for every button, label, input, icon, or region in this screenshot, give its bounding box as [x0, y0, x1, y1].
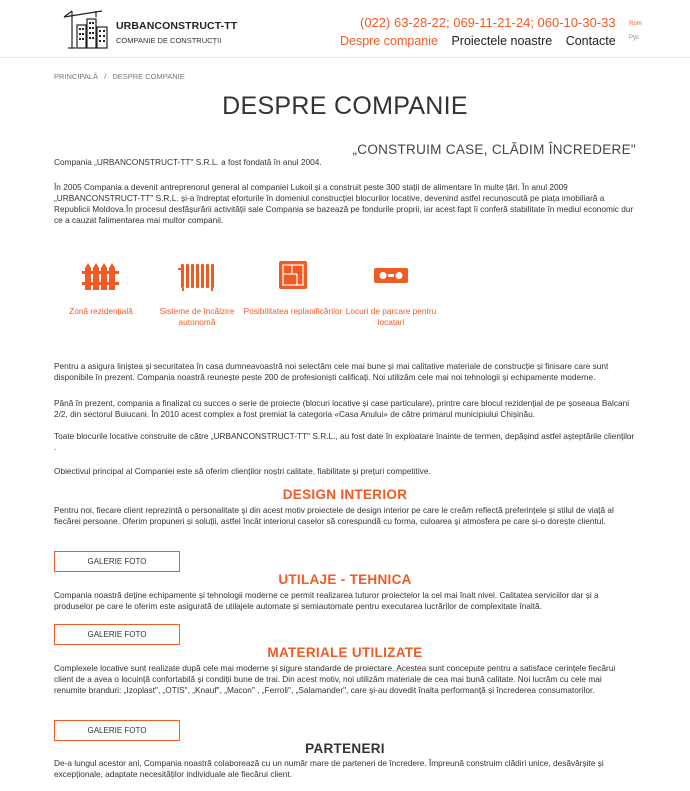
floor-plan-icon	[279, 261, 307, 289]
utilaje-text: Compania noastră deține echipamente și t…	[54, 590, 599, 611]
design-gallery-button[interactable]: GALERIE FOTO	[54, 551, 180, 572]
breadcrumb-current: DESPRE COMPANIE	[112, 72, 185, 81]
feature-label: Sisteme de încălzire autonomă	[159, 306, 235, 327]
materiale-text: Complexele locative sunt realizate după …	[54, 663, 616, 695]
intro-paragraph-1: Compania „URBANCONSTRUCT-TT" S.R.L. a fo…	[54, 157, 322, 167]
nav-proiectele-noastre[interactable]: Proiectele noastre	[451, 34, 552, 48]
feature-parking: Locuri de parcare pentru locatari	[341, 258, 441, 328]
parking-icon	[374, 268, 408, 283]
body-paragraph-4: Obiectivul principal al Companiei este s…	[54, 466, 431, 476]
body-paragraph-3: Toate blocurile locative construite de c…	[54, 431, 635, 452]
section-title-parteneri: PARTENERI	[305, 741, 385, 756]
materiale-gallery-button[interactable]: GALERIE FOTO	[54, 720, 180, 741]
feature-heating: Sisteme de încălzire autonomă	[147, 258, 247, 328]
features-row: Zonă rezidențială Sisteme de încălzire a…	[54, 258, 454, 338]
section-title-utilaje: UTILAJE - TEHNICA	[278, 572, 412, 587]
feature-residential: Zonă rezidențială	[51, 258, 151, 317]
feature-label: Locuri de parcare pentru locatari	[345, 306, 437, 327]
body-paragraph-1: Pentru a asigura liniștea și securitatea…	[54, 361, 609, 382]
section-title-design-interior: DESIGN INTERIOR	[282, 487, 408, 502]
radiator-icon	[178, 264, 214, 291]
lang-ru-link[interactable]: Рус	[629, 35, 639, 41]
feature-label: Zonă rezidențială	[69, 306, 133, 316]
phone-numbers[interactable]: (022) 63-28-22; 069-11-21-24; 060-10-30-…	[360, 15, 616, 30]
brand-name[interactable]: URBANCONSTRUCT-TT	[116, 20, 237, 32]
crane-buildings-logo-icon[interactable]	[62, 7, 110, 49]
nav-despre-companie[interactable]: Despre companie	[340, 34, 438, 48]
breadcrumb-separator: /	[104, 72, 107, 81]
feature-label: Posibilitatea replanificărilor	[243, 306, 343, 316]
nav-contacte[interactable]: Contacte	[566, 34, 616, 48]
body-paragraph-2: Până în prezent, compania a finalizat cu…	[54, 398, 630, 419]
feature-replanning: Posibilitatea replanificărilor	[243, 258, 343, 317]
intro-paragraph-2: În 2005 Compania a devenit antreprenorul…	[54, 182, 634, 225]
utilaje-gallery-button[interactable]: GALERIE FOTO	[54, 624, 180, 645]
fence-icon	[82, 263, 119, 290]
site-header: URBANCONSTRUCT-TT COMPANIE DE CONSTRUCȚI…	[0, 0, 690, 58]
page-title: DESPRE COMPANIE	[222, 92, 468, 120]
section-title-materiale: MATERIALE UTILIZATE	[267, 645, 423, 660]
brand-subtitle: COMPANIE DE CONSTRUCȚII	[116, 36, 222, 45]
main-nav: Despre companie Proiectele noastre Conta…	[340, 34, 626, 48]
parteneri-text: De-a lungul acestor ani, Compania noastr…	[54, 758, 604, 779]
breadcrumb-home[interactable]: PRINCIPALĂ	[54, 72, 98, 81]
slogan: „CONSTRUIM CASE, CLĂDIM ÎNCREDERE"	[352, 142, 636, 157]
design-interior-text: Pentru noi, fiecare client reprezintă o …	[54, 505, 614, 526]
breadcrumb: PRINCIPALĂ / DESPRE COMPANIE	[54, 72, 185, 81]
lang-ro-link[interactable]: Rom	[629, 21, 642, 27]
